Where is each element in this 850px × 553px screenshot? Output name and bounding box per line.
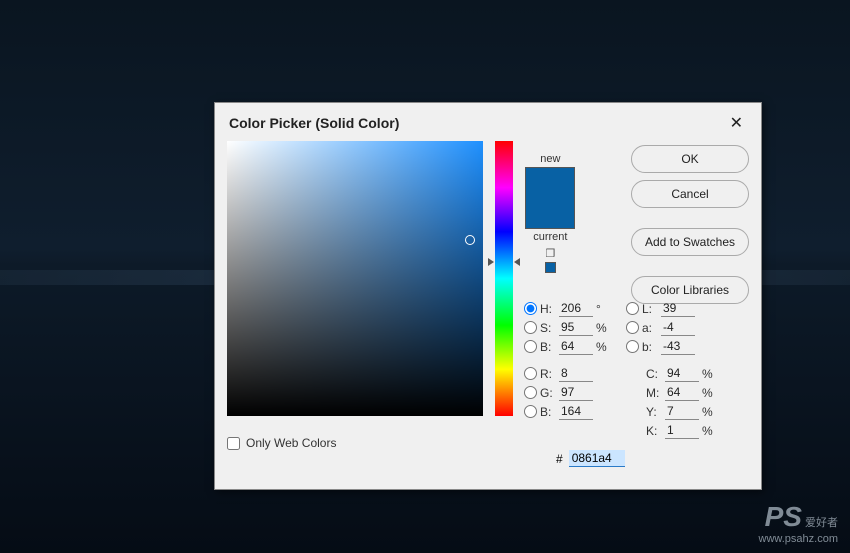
- hue-field[interactable]: H:°: [524, 300, 626, 317]
- l-field[interactable]: L:: [626, 300, 742, 317]
- sat-input[interactable]: [559, 319, 593, 336]
- hex-input[interactable]: [569, 450, 625, 467]
- y-input[interactable]: [665, 403, 699, 420]
- bright-radio[interactable]: [524, 340, 537, 353]
- l-radio[interactable]: [626, 302, 639, 315]
- watermark-url: www.psahz.com: [759, 533, 838, 545]
- ok-button[interactable]: OK: [631, 145, 749, 173]
- b-radio[interactable]: [626, 340, 639, 353]
- swatch-current[interactable]: [526, 198, 574, 228]
- add-to-swatches-button[interactable]: Add to Swatches: [631, 228, 749, 256]
- sat-field[interactable]: S:%: [524, 319, 626, 336]
- bright-input[interactable]: [559, 338, 593, 355]
- bright-field[interactable]: B:%: [524, 338, 626, 355]
- blue-radio[interactable]: [524, 405, 537, 418]
- c-field[interactable]: C:%: [626, 365, 742, 382]
- cube-icon[interactable]: ❒: [545, 247, 555, 260]
- cancel-button[interactable]: Cancel: [631, 180, 749, 208]
- k-field[interactable]: K:%: [626, 422, 742, 439]
- titlebar: Color Picker (Solid Color) ✕: [215, 103, 761, 141]
- swatch-preview: [525, 167, 575, 229]
- only-web-label: Only Web Colors: [246, 436, 336, 450]
- hex-field[interactable]: #: [556, 450, 625, 467]
- r-input[interactable]: [559, 365, 593, 382]
- a-field[interactable]: a:: [626, 319, 742, 336]
- dialog-title: Color Picker (Solid Color): [229, 115, 399, 131]
- g-radio[interactable]: [524, 386, 537, 399]
- only-web-colors-checkbox[interactable]: Only Web Colors: [227, 436, 513, 450]
- hue-indicator: [488, 258, 520, 266]
- a-input[interactable]: [661, 319, 695, 336]
- hue-slider[interactable]: [495, 141, 513, 416]
- l-input[interactable]: [661, 300, 695, 317]
- r-radio[interactable]: [524, 367, 537, 380]
- current-label: current: [533, 231, 567, 243]
- r-field[interactable]: R:: [524, 365, 626, 382]
- picker-row: [227, 141, 513, 416]
- m-input[interactable]: [665, 384, 699, 401]
- hash-label: #: [556, 452, 563, 466]
- blue-field[interactable]: B:: [524, 403, 626, 420]
- new-label: new: [540, 153, 560, 165]
- only-web-checkbox-input[interactable]: [227, 437, 240, 450]
- g-field[interactable]: G:: [524, 384, 626, 401]
- watermark-text1: 爱好者: [805, 517, 838, 529]
- websafe-swatch[interactable]: [545, 262, 556, 273]
- sat-radio[interactable]: [524, 321, 537, 334]
- watermark: PS 爱好者 www.psahz.com: [759, 501, 838, 545]
- g-input[interactable]: [559, 384, 593, 401]
- color-value-fields: H:° L: S:% a: B:% b: R: C:% G: M:% B: Y:…: [524, 300, 749, 439]
- hue-input[interactable]: [559, 300, 593, 317]
- watermark-logo: PS: [765, 501, 802, 532]
- swatch-new: [526, 168, 574, 198]
- picker-left-column: Only Web Colors: [227, 141, 513, 450]
- b-input[interactable]: [661, 338, 695, 355]
- sb-marker: [465, 235, 475, 245]
- k-input[interactable]: [665, 422, 699, 439]
- c-input[interactable]: [665, 365, 699, 382]
- saturation-brightness-field[interactable]: [227, 141, 483, 416]
- m-field[interactable]: M:%: [626, 384, 742, 401]
- b-field[interactable]: b:: [626, 338, 742, 355]
- blue-input[interactable]: [559, 403, 593, 420]
- y-field[interactable]: Y:%: [626, 403, 742, 420]
- close-icon[interactable]: ✕: [726, 113, 747, 133]
- a-radio[interactable]: [626, 321, 639, 334]
- hue-radio[interactable]: [524, 302, 537, 315]
